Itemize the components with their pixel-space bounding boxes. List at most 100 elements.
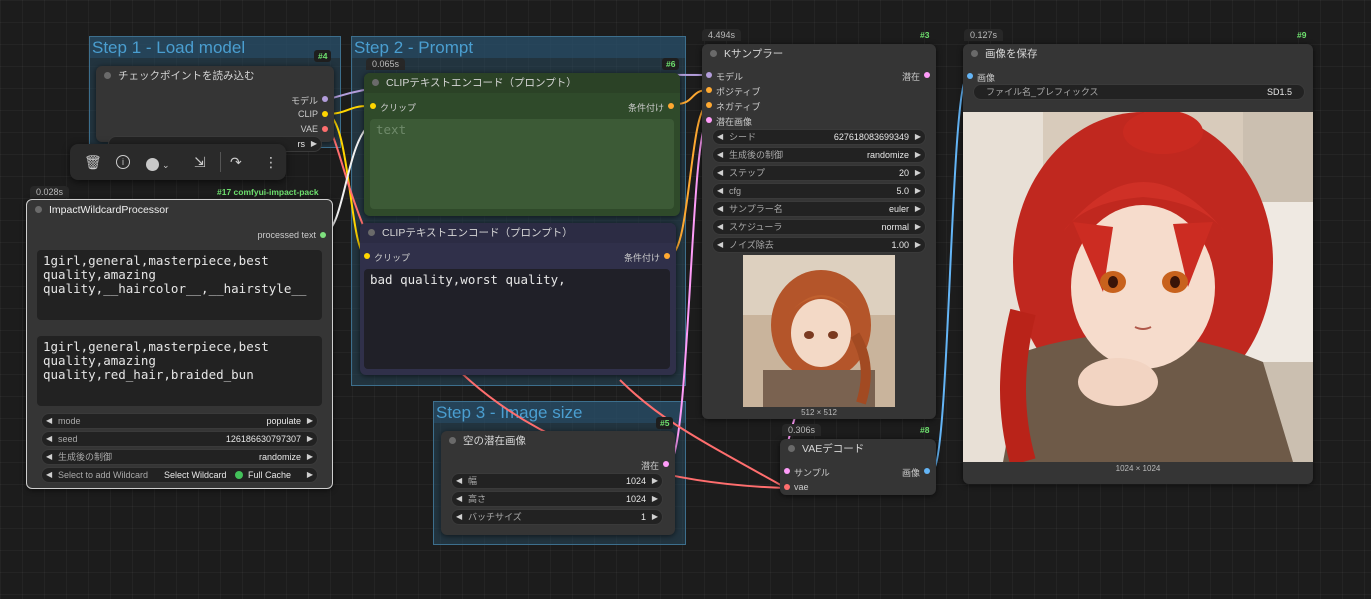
node-selection-toolbar: 🗑 i ⌄ ⇲ ↷ ⋮: [70, 144, 286, 180]
output-processed-text: processed text: [257, 230, 316, 240]
collapse-dot-icon[interactable]: [788, 445, 795, 452]
image-size-label: 1024 × 1024: [1115, 464, 1161, 473]
image-socket-icon[interactable]: [924, 468, 930, 474]
control-after-generate-widget[interactable]: ◀ 生成後の制御 randomize ▶: [41, 449, 318, 465]
mode-widget[interactable]: ◀ mode populate ▶: [41, 413, 318, 429]
collapse-dot-icon[interactable]: [35, 206, 42, 213]
output-image: 画像: [901, 468, 920, 478]
output-vae: VAE: [300, 124, 318, 134]
seed-widget[interactable]: ◀ シード 627618083699349 ▶: [712, 129, 926, 145]
clip-text-encode-negative-node[interactable]: CLIPテキストエンコード（プロンプト） クリップ 条件付け bad quali…: [360, 223, 676, 375]
select-wildcard-widget[interactable]: ◀ Select to add Wildcard Select Wildcard …: [41, 467, 318, 483]
timing-label: 0.127s: [964, 29, 1004, 41]
model-socket-icon[interactable]: [322, 96, 328, 102]
node-title: CLIPテキストエンコード（プロンプト）: [364, 73, 680, 93]
batch-size-widget[interactable]: ◀ バッチサイズ 1 ▶: [451, 509, 663, 525]
collapse-dot-icon[interactable]: [104, 72, 111, 79]
wildcard-text-input[interactable]: 1girl,general,masterpiece,best quality,a…: [37, 250, 322, 320]
clip-socket-icon[interactable]: [370, 103, 376, 109]
node-title: チェックポイントを読み込む: [96, 66, 334, 86]
timing-label: 0.306s: [782, 424, 822, 436]
filename-prefix-widget[interactable]: ファイル名_プレフィックス SD1.5: [973, 84, 1305, 100]
populated-text-input[interactable]: 1girl,general,masterpiece,best quality,a…: [37, 336, 322, 406]
latent-socket-icon[interactable]: [924, 72, 930, 78]
conditioning-socket-icon[interactable]: [668, 103, 674, 109]
checkpoint-loader-node[interactable]: #4 チェックポイントを読み込む モデル CLIP VAE rs ▶: [96, 50, 334, 152]
output-conditioning: 条件付け: [627, 103, 664, 113]
input-latent-image: 潜在画像: [716, 117, 753, 127]
collapse-dot-icon[interactable]: [449, 437, 456, 444]
collapse-dot-icon[interactable]: [368, 229, 375, 236]
denoise-widget[interactable]: ◀ ノイズ除去 1.00 ▶: [712, 237, 926, 253]
node-id-badge: #4: [314, 50, 332, 62]
input-positive: ポジティブ: [716, 87, 761, 97]
input-model: モデル: [716, 72, 744, 82]
collapse-dot-icon[interactable]: [710, 50, 717, 57]
samples-socket-icon[interactable]: [784, 468, 790, 474]
vae-socket-icon[interactable]: [322, 126, 328, 132]
collapse-dot-icon[interactable]: [372, 79, 379, 86]
timing-label: 0.065s: [366, 58, 406, 70]
input-negative: ネガティブ: [716, 102, 761, 112]
positive-prompt-input[interactable]: text: [370, 119, 674, 209]
group-title: Step 1 - Load model: [90, 37, 340, 58]
timing-label: 4.494s: [702, 29, 742, 41]
string-socket-icon[interactable]: [320, 232, 326, 238]
negative-socket-icon[interactable]: [706, 102, 712, 108]
image-socket-icon[interactable]: [967, 73, 973, 79]
preview-size-label: 512 × 512: [801, 408, 837, 417]
vae-socket-icon[interactable]: [784, 484, 790, 490]
node-id-badge: #3: [920, 30, 930, 40]
node-title: ImpactWildcardProcessor: [27, 200, 332, 220]
node-id-badge: #8: [920, 425, 930, 435]
group-title: Step 2 - Prompt: [352, 37, 685, 58]
saved-image[interactable]: [963, 112, 1313, 462]
output-conditioning: 条件付け: [623, 253, 660, 263]
width-widget[interactable]: ◀ 幅 1024 ▶: [451, 473, 663, 489]
group-title: Step 3 - Image size: [434, 402, 685, 423]
output-clip: CLIP: [297, 109, 318, 119]
node-id-badge: #5: [656, 417, 674, 429]
node-title: VAEデコード: [780, 439, 936, 459]
info-icon[interactable]: i: [116, 155, 130, 169]
clip-socket-icon[interactable]: [322, 111, 328, 117]
height-widget[interactable]: ◀ 高さ 1024 ▶: [451, 491, 663, 507]
redo-arrow-icon[interactable]: ↷: [230, 154, 242, 170]
latent-socket-icon[interactable]: [663, 461, 669, 467]
sampler-name-widget[interactable]: ◀ サンプラー名 euler ▶: [712, 201, 926, 217]
scheduler-widget[interactable]: ◀ スケジューラ normal ▶: [712, 219, 926, 235]
cache-status-dot-icon: [235, 471, 243, 479]
node-title: 画像を保存: [963, 44, 1313, 64]
clip-socket-icon[interactable]: [364, 253, 370, 259]
more-vertical-icon[interactable]: ⋮: [264, 154, 278, 170]
collapse-arrows-icon[interactable]: ⇲: [194, 154, 206, 170]
negative-prompt-input[interactable]: bad quality,worst quality,: [364, 269, 670, 369]
vae-decode-node[interactable]: VAEデコード サンプル vae 画像: [780, 439, 936, 495]
node-title: 空の潜在画像: [441, 431, 675, 451]
clip-text-encode-positive-node[interactable]: CLIPテキストエンコード（プロンプト） クリップ 条件付け text: [364, 73, 680, 216]
wildcard-processor-node[interactable]: ImpactWildcardProcessor processed text 1…: [26, 199, 333, 489]
seed-widget[interactable]: ◀ seed 126186630797307 ▶: [41, 431, 318, 447]
ksampler-node[interactable]: Kサンプラー モデル ポジティブ ネガティブ 潜在画像 潜在 ◀ シード 62761…: [702, 44, 936, 419]
latent-image-socket-icon[interactable]: [706, 117, 712, 123]
control-after-generate-widget[interactable]: ◀ 生成後の制御 randomize ▶: [712, 147, 926, 163]
output-latent: 潜在: [901, 72, 920, 82]
cache-label: Full Cache: [248, 470, 292, 480]
preview-image[interactable]: [743, 255, 895, 407]
empty-latent-image-node[interactable]: 空の潜在画像 潜在 ◀ 幅 1024 ▶ ◀ 高さ 1024 ▶ ◀ バッチサイズ 1 ▶: [441, 431, 675, 535]
timing-label: 0.028s: [30, 186, 70, 198]
cfg-widget[interactable]: ◀ cfg 5.0 ▶: [712, 183, 926, 199]
model-socket-icon[interactable]: [706, 72, 712, 78]
save-image-node[interactable]: 画像を保存 画像 ファイル名_プレフィックス SD1.5 1024 × 1024: [963, 44, 1313, 484]
positive-socket-icon[interactable]: [706, 87, 712, 93]
collapse-dot-icon[interactable]: [971, 50, 978, 57]
input-clip: クリップ: [380, 103, 417, 113]
input-image: 画像: [977, 73, 996, 83]
steps-widget[interactable]: ◀ ステップ 20 ▶: [712, 165, 926, 181]
select-wildcard-value: Select Wildcard: [164, 470, 227, 480]
trash-icon[interactable]: 🗑: [84, 154, 102, 170]
conditioning-socket-icon[interactable]: [664, 253, 670, 259]
input-samples: サンプル: [794, 468, 830, 478]
color-circle-icon[interactable]: ⌄: [146, 155, 170, 173]
node-id-badge: #17 comfyui-impact-pack: [217, 187, 319, 197]
